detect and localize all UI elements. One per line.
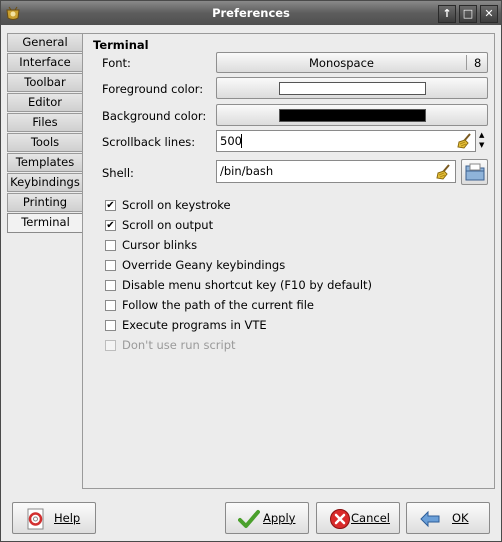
close-icon[interactable]: ✕	[480, 5, 498, 23]
checkbox[interactable]	[105, 280, 116, 291]
restore-icon[interactable]: □	[459, 5, 477, 23]
scrollback-lines-label: Scrollback lines:	[102, 135, 196, 149]
window-title: Preferences	[212, 6, 290, 20]
tab-general[interactable]: General	[7, 33, 82, 52]
apply-button[interactable]: Apply	[225, 502, 309, 534]
tab-terminal[interactable]: Terminal	[7, 213, 83, 233]
browse-shell-button[interactable]	[461, 159, 488, 185]
tab-toolbar[interactable]: Toolbar	[7, 73, 82, 92]
checkbox	[105, 340, 116, 351]
title-bar[interactable]: Preferences ↑ □ ✕	[1, 1, 501, 25]
shell-input[interactable]: /bin/bash	[216, 160, 456, 183]
terminal-panel: Terminal Font: Monospace 8 Foreground co…	[82, 33, 495, 489]
checkbox[interactable]	[105, 320, 116, 331]
checkbox[interactable]	[105, 240, 116, 251]
scrollback-lines-value: 500	[220, 134, 242, 148]
apply-label: Apply	[263, 511, 296, 525]
tab-files[interactable]: Files	[7, 113, 82, 132]
option-label: Follow the path of the current file	[122, 298, 314, 312]
clear-broom-icon[interactable]	[435, 164, 453, 180]
cancel-button[interactable]: Cancel	[316, 502, 400, 534]
font-divider	[466, 55, 467, 70]
foreground-color-swatch	[279, 82, 426, 95]
option-label: Cursor blinks	[122, 238, 198, 252]
shell-label: Shell:	[102, 166, 134, 180]
font-size: 8	[474, 56, 482, 70]
tab-list: General Interface Toolbar Editor Files T…	[7, 33, 83, 234]
tab-templates[interactable]: Templates	[7, 153, 82, 172]
tab-printing[interactable]: Printing	[7, 193, 82, 212]
shell-value: /bin/bash	[220, 164, 274, 178]
scrollback-spin-buttons[interactable]: ▲ ▼	[478, 130, 488, 152]
option-label: Don't use run script	[122, 338, 236, 352]
cancel-icon	[330, 509, 350, 529]
font-button[interactable]: Monospace 8	[216, 52, 488, 73]
tab-editor[interactable]: Editor	[7, 93, 82, 112]
option-label: Scroll on keystroke	[122, 198, 231, 212]
scrollback-lines-input[interactable]: 500	[216, 130, 476, 152]
ok-label: OK	[452, 511, 469, 525]
option-label: Disable menu shortcut key (F10 by defaul…	[122, 278, 373, 292]
clear-broom-icon[interactable]	[456, 133, 474, 149]
section-title: Terminal	[93, 38, 149, 52]
folder-icon	[465, 163, 485, 181]
tab-interface[interactable]: Interface	[7, 53, 82, 72]
preferences-window: Preferences ↑ □ ✕ General Interface Tool…	[0, 0, 502, 542]
option-label: Scroll on output	[122, 218, 214, 232]
tab-tools[interactable]: Tools	[7, 133, 82, 152]
ok-arrow-icon	[420, 510, 440, 528]
background-color-button[interactable]	[216, 104, 488, 126]
maximize-up-icon[interactable]: ↑	[438, 5, 456, 23]
ok-button[interactable]: OK	[406, 502, 490, 534]
help-button[interactable]: Help	[12, 502, 96, 534]
text-cursor	[241, 134, 242, 148]
checkbox[interactable]: ✔	[105, 220, 116, 231]
checkbox[interactable]	[105, 300, 116, 311]
background-color-label: Background color:	[102, 109, 207, 123]
foreground-color-label: Foreground color:	[102, 82, 204, 96]
spin-down-icon[interactable]: ▼	[479, 141, 484, 149]
tab-keybindings[interactable]: Keybindings	[7, 173, 82, 192]
foreground-color-button[interactable]	[216, 77, 488, 99]
checkbox[interactable]: ✔	[105, 200, 116, 211]
checkbox[interactable]	[105, 260, 116, 271]
font-label: Font:	[102, 56, 131, 70]
option-label: Execute programs in VTE	[122, 318, 267, 332]
checkmark-icon	[238, 510, 260, 528]
cancel-label: Cancel	[351, 511, 390, 525]
option-label: Override Geany keybindings	[122, 258, 286, 272]
help-label: Help	[54, 511, 81, 525]
spin-up-icon[interactable]: ▲	[479, 131, 484, 139]
background-color-swatch	[279, 109, 426, 122]
help-lifebuoy-icon	[27, 508, 44, 530]
font-name: Monospace	[308, 56, 375, 70]
